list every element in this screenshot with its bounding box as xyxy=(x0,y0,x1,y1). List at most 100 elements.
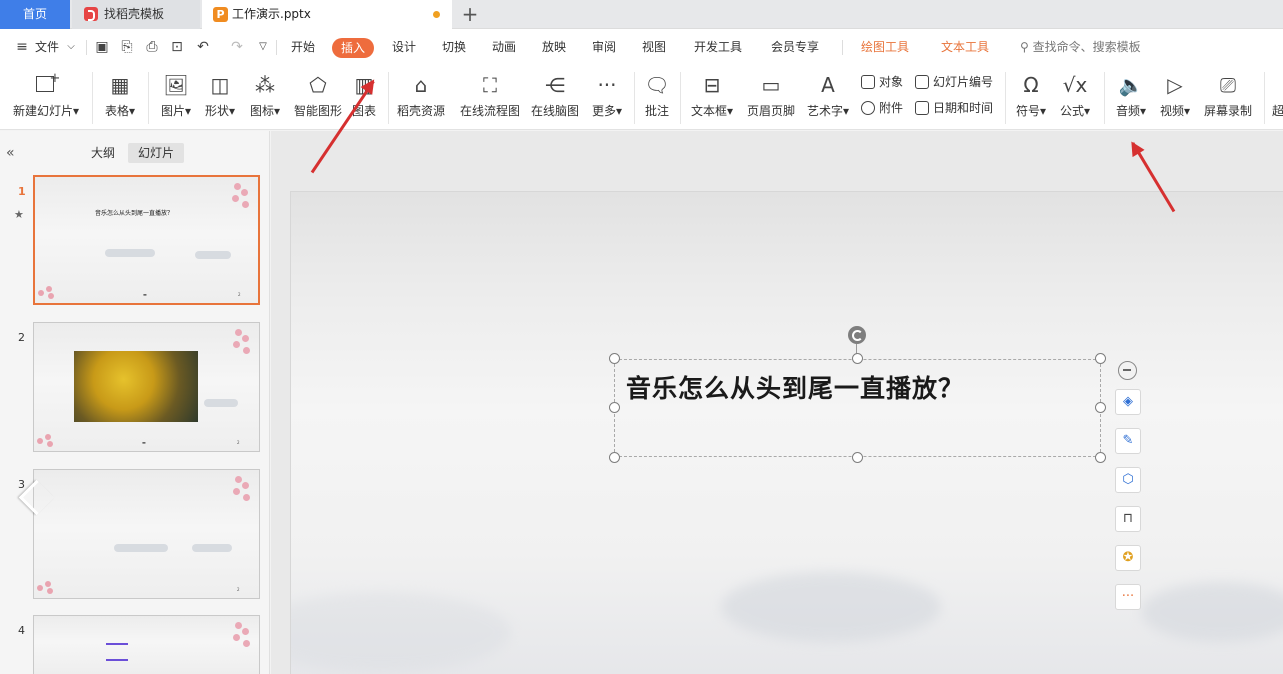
hyperlink-line xyxy=(106,643,128,645)
menu-drawing-tools[interactable]: 绘图工具 xyxy=(861,29,909,66)
cloud-decoration xyxy=(114,544,168,552)
screen-record-button[interactable]: ⎚ 屏幕录制 xyxy=(1202,66,1254,130)
slide-thumbnail-3[interactable]: 2 xyxy=(33,469,260,599)
online-mindmap-button[interactable]: ⋲ 在线脑图 xyxy=(527,66,583,130)
thumbnail-footer-bar: ▬ xyxy=(142,440,146,445)
hamburger-menu-icon[interactable]: ≡ xyxy=(14,39,30,55)
slide-thumbnail-1[interactable]: 音乐怎么从头到尾一直播放？ ▬ 2 xyxy=(33,175,260,305)
menu-developer[interactable]: 开发工具 xyxy=(694,29,742,66)
hyperlink-label: 超 xyxy=(1272,104,1283,118)
menu-slideshow[interactable]: 放映 xyxy=(542,29,566,66)
date-time-button[interactable]: 日期和时间 xyxy=(915,98,993,118)
print-icon[interactable]: ⎙ xyxy=(144,39,160,55)
resize-handle-top-right[interactable] xyxy=(1095,353,1106,364)
crop-frame-icon[interactable]: ⊓ xyxy=(1115,506,1141,532)
symbol-button[interactable]: Ω 符号▾ xyxy=(1012,66,1050,130)
more-options-icon[interactable]: ··· xyxy=(1115,584,1141,610)
command-search[interactable]: ⚲ 查找命令、搜索模板 xyxy=(1020,29,1141,66)
tab-home[interactable]: 首页 xyxy=(0,0,70,29)
blossom-decoration xyxy=(37,581,55,595)
fill-bucket-icon[interactable]: ⬡ xyxy=(1115,467,1141,493)
menu-view[interactable]: 视图 xyxy=(642,29,666,66)
video-button[interactable]: ▷ 视频▾ xyxy=(1156,66,1194,130)
resize-handle-bottom-left[interactable] xyxy=(609,452,620,463)
save-icon[interactable]: ▣ xyxy=(94,39,110,55)
resize-handle-bottom[interactable] xyxy=(852,452,863,463)
menu-insert[interactable]: 插入 xyxy=(332,38,375,58)
collapse-toolbar-icon[interactable] xyxy=(1118,361,1137,380)
previous-slide-arrow-icon[interactable] xyxy=(18,479,40,519)
lightbulb-icon[interactable]: ✪ xyxy=(1115,545,1141,571)
wordart-button[interactable]: A 艺术字▾ xyxy=(804,66,852,130)
header-footer-label: 页眉页脚 xyxy=(746,104,795,118)
more-button[interactable]: ··· 更多▾ xyxy=(587,66,627,130)
slide-thumbnail-2[interactable]: ▬ 2 xyxy=(33,322,260,452)
menu-review[interactable]: 审阅 xyxy=(592,29,616,66)
pen-style-icon[interactable]: ✎ xyxy=(1115,428,1141,454)
resize-handle-left[interactable] xyxy=(609,402,620,413)
slide-number-button[interactable]: 幻灯片编号 xyxy=(915,72,993,92)
wordart-icon: A xyxy=(821,73,835,97)
tab-slides[interactable]: 幻灯片 xyxy=(128,143,185,163)
star-icon[interactable]: ★ xyxy=(14,208,24,221)
new-tab-button[interactable]: + xyxy=(458,0,482,29)
header-footer-button[interactable]: ▭ 页眉页脚 xyxy=(744,66,798,130)
slide-number-4: 4 xyxy=(18,624,25,637)
attachment-button[interactable]: 附件 xyxy=(861,98,903,118)
icon-library-button[interactable]: ⁂ 图标▾ xyxy=(245,66,285,130)
slide-thumbnail-4[interactable] xyxy=(33,615,260,674)
chevron-down-icon[interactable]: ⌵ xyxy=(63,39,79,55)
divider xyxy=(1264,72,1265,124)
layers-icon[interactable]: ◈ xyxy=(1115,389,1141,415)
textbox-label: 文本框 xyxy=(690,104,727,118)
link-icon xyxy=(1272,72,1283,98)
resize-handle-bottom-right[interactable] xyxy=(1095,452,1106,463)
file-menu[interactable]: 文件 xyxy=(35,29,59,66)
tab-docer-templates[interactable]: 找稻壳模板 xyxy=(72,0,200,29)
export-icon[interactable]: ⎘ xyxy=(119,39,135,55)
hyperlink-button[interactable]: 超 xyxy=(1272,66,1283,130)
print-preview-icon[interactable]: ⊡ xyxy=(169,39,185,55)
shape-button[interactable]: ◫ 形状▾ xyxy=(200,66,240,130)
slide-title[interactable]: 音乐怎么从头到尾一直播放？ xyxy=(626,369,964,405)
customize-toolbar-icon[interactable]: ▽ xyxy=(255,39,271,55)
collapse-panel-icon[interactable]: « xyxy=(6,145,15,161)
menu-transition[interactable]: 切换 xyxy=(442,29,466,66)
new-slide-button[interactable]: + 新建幻灯片▾ xyxy=(8,66,84,130)
ginkgo-photo xyxy=(74,351,198,422)
docer-resources-button[interactable]: ⌂ 稻壳资源 xyxy=(394,66,448,130)
tab-outline[interactable]: 大纲 xyxy=(81,143,125,163)
new-slide-icon: + xyxy=(33,71,60,98)
audio-label: 音频 xyxy=(1115,104,1140,118)
more-dots-icon: ··· xyxy=(597,73,617,97)
title-tab-bar: 首页 找稻壳模板 P 工作演示.pptx + xyxy=(0,0,1283,29)
online-flowchart-button[interactable]: ⛶ 在线流程图 xyxy=(456,66,524,130)
tab-document[interactable]: P 工作演示.pptx xyxy=(202,0,452,29)
smart-art-button[interactable]: ⬠ 智能图形 xyxy=(290,66,346,130)
menu-animation[interactable]: 动画 xyxy=(492,29,516,66)
docer-logo-icon xyxy=(84,7,98,21)
rotate-handle-icon[interactable] xyxy=(848,326,866,344)
menu-start[interactable]: 开始 xyxy=(291,29,315,66)
comment-icon: 🗨 xyxy=(644,73,670,97)
picture-button[interactable]: 🖼 图片▾ xyxy=(156,66,196,130)
thumbnail-page-number: 2 xyxy=(237,587,240,592)
menu-text-tools[interactable]: 文本工具 xyxy=(941,29,989,66)
new-slide-label: 新建幻灯片 xyxy=(12,104,73,118)
audio-button[interactable]: 🔈 音频▾ xyxy=(1112,66,1150,130)
undo-icon[interactable]: ↶ xyxy=(195,39,211,55)
comment-button[interactable]: 🗨 批注 xyxy=(640,66,674,130)
search-icon: ⚲ xyxy=(1020,40,1029,54)
resize-handle-right[interactable] xyxy=(1095,402,1106,413)
resize-handle-top[interactable] xyxy=(852,353,863,364)
screen-record-label: 屏幕录制 xyxy=(1203,104,1252,118)
menu-membership[interactable]: 会员专享 xyxy=(771,29,819,66)
formula-button[interactable]: √x 公式▾ xyxy=(1056,66,1094,130)
object-button[interactable]: 对象 xyxy=(861,72,903,92)
resize-handle-top-left[interactable] xyxy=(609,353,620,364)
table-label: 表格 xyxy=(104,104,129,118)
menu-design[interactable]: 设计 xyxy=(392,29,416,66)
redo-icon[interactable]: ↷ xyxy=(229,39,245,55)
textbox-button[interactable]: ⊟ 文本框▾ xyxy=(688,66,736,130)
table-button[interactable]: ▦ 表格▾ xyxy=(100,66,140,130)
